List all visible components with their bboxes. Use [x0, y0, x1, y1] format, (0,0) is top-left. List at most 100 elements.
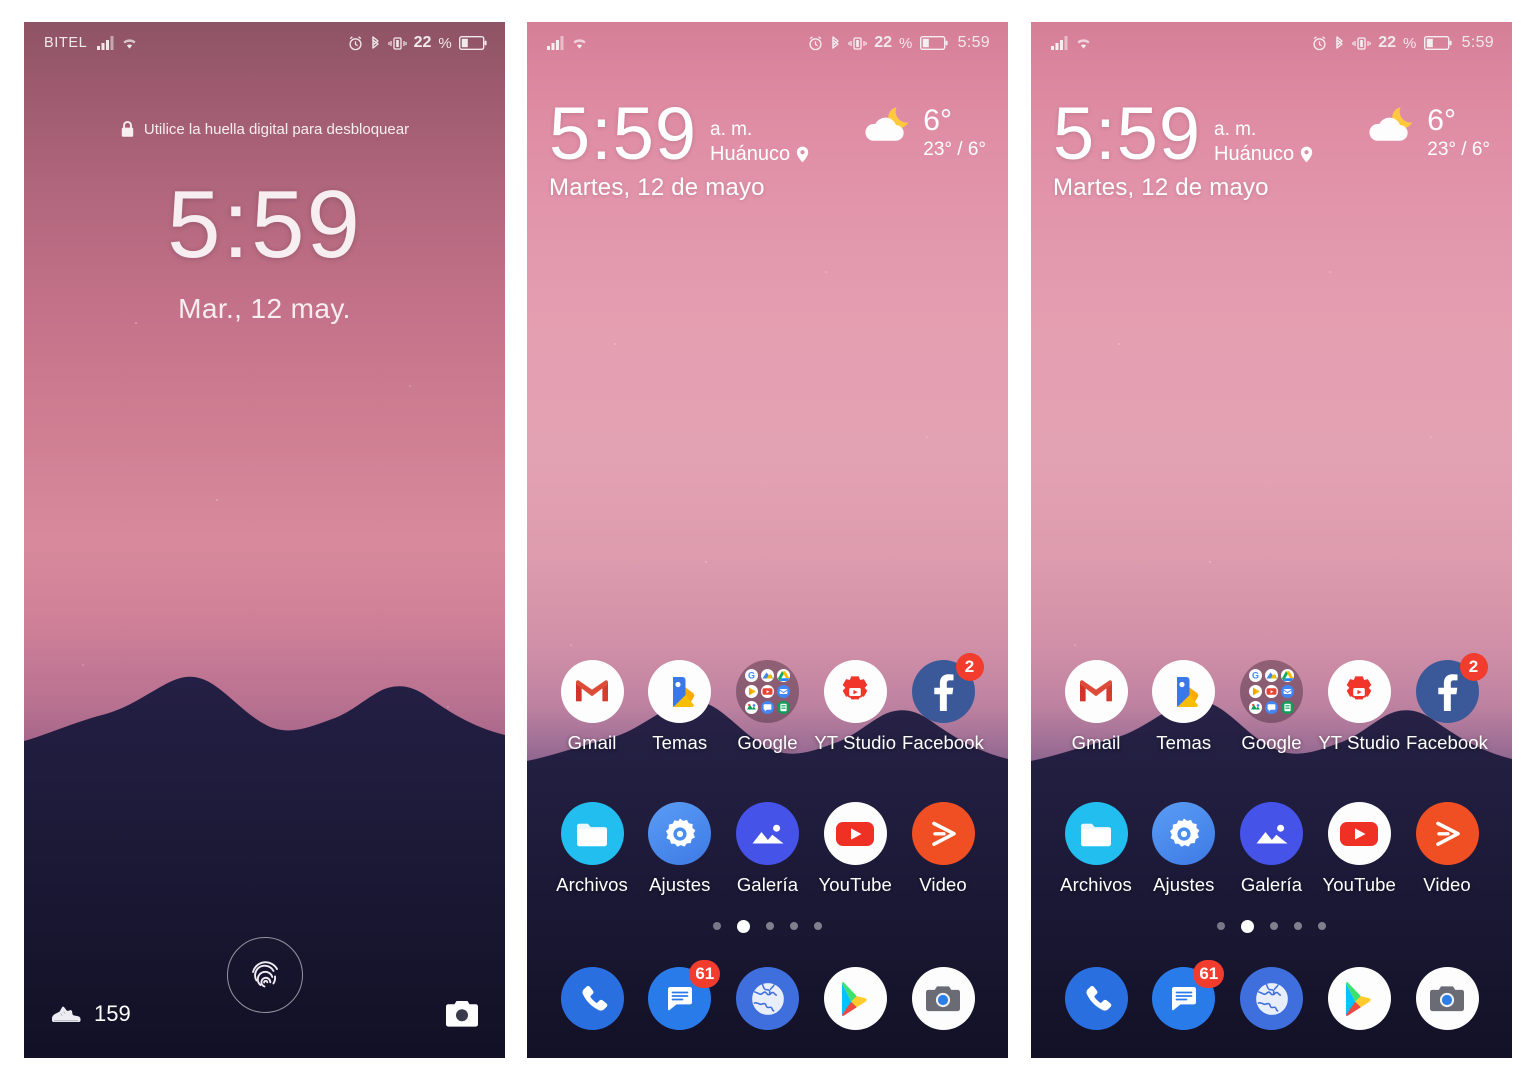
yt-studio-icon[interactable] — [823, 660, 887, 723]
app-ajustes[interactable]: Ajustes — [1145, 802, 1223, 896]
files-icon[interactable] — [1064, 802, 1128, 865]
app-google[interactable]: G Google — [1233, 660, 1311, 754]
gallery-icon[interactable] — [1240, 802, 1303, 865]
browser-icon[interactable] — [736, 967, 799, 1030]
page-dot[interactable] — [1270, 922, 1278, 930]
themes-icon[interactable] — [1152, 660, 1216, 723]
video-icon[interactable] — [911, 802, 975, 865]
page-dot[interactable] — [713, 922, 721, 930]
camera-app-icon[interactable] — [1415, 967, 1479, 1030]
app-ajustes[interactable]: Ajustes — [641, 802, 719, 896]
app-temas[interactable]: Temas — [1145, 660, 1223, 754]
app-galería[interactable]: Galería — [729, 802, 807, 896]
gallery-icon[interactable] — [736, 802, 799, 865]
gmail-icon[interactable] — [1064, 660, 1128, 723]
folder-app-icon — [761, 701, 774, 714]
app-youtube[interactable]: YouTube — [816, 802, 894, 896]
clock-weather-widget[interactable]: 5:59 a. m. Huánuco Martes, 12 de mayo 6°… — [1031, 96, 1512, 202]
app-facebook[interactable]: 2 Facebook — [1405, 653, 1489, 754]
app-gmail[interactable]: Gmail — [553, 660, 631, 754]
app-video[interactable]: Video — [904, 802, 982, 896]
folder-app-icon — [1249, 685, 1262, 698]
gmail-icon[interactable] — [560, 660, 624, 723]
page-dot[interactable] — [737, 919, 750, 933]
app-camera-app[interactable] — [1408, 967, 1486, 1030]
google-folder-icon[interactable]: G — [1240, 660, 1303, 723]
weather-block[interactable]: 6° 23° / 6° — [1364, 100, 1490, 160]
weather-block[interactable]: 6° 23° / 6° — [860, 100, 986, 160]
themes-icon[interactable] — [648, 660, 712, 723]
app-browser[interactable] — [1233, 967, 1311, 1030]
video-icon[interactable] — [1415, 802, 1479, 865]
battery-percent: 22 — [413, 34, 432, 51]
moon-cloud-icon — [860, 104, 918, 146]
location-pin-icon — [796, 146, 809, 163]
app-messages[interactable]: 61 — [1145, 960, 1225, 1030]
phone-icon[interactable] — [560, 967, 624, 1030]
app-archivos[interactable]: Archivos — [1057, 802, 1135, 896]
battery-icon — [919, 36, 948, 50]
app-phone[interactable] — [1057, 967, 1135, 1030]
app-google[interactable]: G Google — [729, 660, 807, 754]
google-folder-icon[interactable]: G — [736, 660, 799, 723]
phone-home-screen-1: 22 % 5:59 5:59 a. m. Huánuco Martes, 12 … — [527, 22, 1008, 1058]
app-label: Ajustes — [649, 874, 711, 895]
app-label: YT Studio — [814, 732, 897, 753]
lock-bottom-bar: 159 — [24, 992, 505, 1036]
percent-sign: % — [1403, 34, 1417, 52]
app-label: Google — [1241, 732, 1302, 753]
app-youtube[interactable]: YouTube — [1320, 802, 1398, 896]
weather-temp: 6° — [1427, 104, 1456, 137]
app-yt-studio[interactable]: YT Studio — [1318, 660, 1400, 754]
app-yt-studio[interactable]: YT Studio — [814, 660, 897, 754]
app-archivos[interactable]: Archivos — [553, 802, 631, 896]
files-icon[interactable] — [560, 802, 624, 865]
signal-icon — [547, 36, 564, 50]
app-messages[interactable]: 61 — [641, 960, 721, 1030]
settings-icon[interactable] — [648, 802, 712, 865]
settings-icon[interactable] — [1152, 802, 1216, 865]
clock-block: 5:59 a. m. Huánuco Martes, 12 de mayo — [1053, 96, 1313, 202]
app-temas[interactable]: Temas — [641, 660, 719, 754]
page-dot[interactable] — [1318, 922, 1326, 930]
play-store-icon[interactable] — [1327, 967, 1391, 1030]
clock-weather-widget[interactable]: 5:59 a. m. Huánuco Martes, 12 de mayo 6°… — [527, 96, 1008, 202]
page-dot[interactable] — [1217, 922, 1225, 930]
app-label: Temas — [1156, 732, 1212, 753]
page-dot[interactable] — [790, 922, 798, 930]
app-play-store[interactable] — [816, 967, 894, 1030]
phone-icon[interactable] — [1064, 967, 1128, 1030]
folder-app-icon — [745, 685, 758, 698]
bluetooth-icon — [1334, 35, 1345, 51]
app-row-1: Gmail Temas G Google YT Studio 2 Facebook — [527, 653, 1008, 754]
youtube-icon[interactable] — [1327, 802, 1391, 865]
page-dot[interactable] — [1241, 919, 1254, 933]
app-video[interactable]: Video — [1408, 802, 1486, 896]
folder-app-icon — [761, 685, 774, 698]
camera-icon[interactable] — [445, 999, 479, 1029]
app-phone[interactable] — [553, 967, 631, 1030]
alarm-icon — [348, 35, 363, 51]
page-indicator — [1031, 919, 1512, 933]
app-browser[interactable] — [729, 967, 807, 1030]
step-counter[interactable]: 159 — [50, 1001, 131, 1027]
browser-icon[interactable] — [1240, 967, 1303, 1030]
app-label: Facebook — [1405, 732, 1489, 753]
app-label: Temas — [652, 732, 708, 753]
app-camera-app[interactable] — [904, 967, 982, 1030]
app-play-store[interactable] — [1320, 967, 1398, 1030]
page-dot[interactable] — [1294, 922, 1302, 930]
percent-sign: % — [438, 34, 452, 52]
yt-studio-icon[interactable] — [1327, 660, 1391, 723]
app-gmail[interactable]: Gmail — [1057, 660, 1135, 754]
play-store-icon[interactable] — [823, 967, 887, 1030]
lock-time: 5:59 — [167, 171, 362, 278]
status-bar-left — [1051, 36, 1092, 50]
app-galería[interactable]: Galería — [1233, 802, 1311, 896]
page-dot[interactable] — [766, 922, 774, 930]
camera-app-icon[interactable] — [911, 967, 975, 1030]
page-dot[interactable] — [814, 922, 822, 930]
youtube-icon[interactable] — [823, 802, 887, 865]
app-facebook[interactable]: 2 Facebook — [902, 653, 984, 754]
location-pin-icon — [1300, 146, 1313, 163]
